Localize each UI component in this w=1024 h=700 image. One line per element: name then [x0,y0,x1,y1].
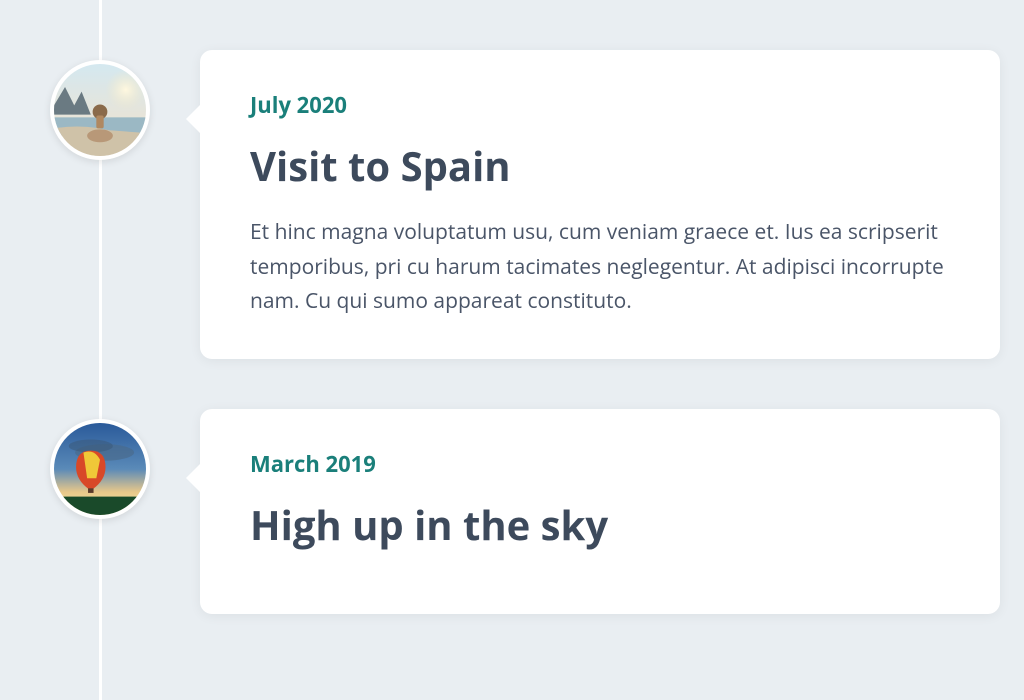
timeline-title: High up in the sky [250,497,950,552]
timeline-item: March 2019 High up in the sky [100,409,1024,614]
timeline-date: March 2019 [250,449,950,479]
timeline-date: July 2020 [250,90,950,120]
timeline-item: July 2020 Visit to Spain Et hinc magna v… [100,50,1024,359]
timeline-body: Et hinc magna voluptatum usu, cum veniam… [250,215,950,319]
timeline-title: Visit to Spain [250,138,950,193]
balloon-photo-icon [54,423,146,515]
timeline-card: July 2020 Visit to Spain Et hinc magna v… [200,50,1000,359]
beach-photo-icon [54,64,146,156]
timeline: July 2020 Visit to Spain Et hinc magna v… [0,0,1024,614]
timeline-avatar [50,60,150,160]
timeline-card: March 2019 High up in the sky [200,409,1000,614]
timeline-avatar [50,419,150,519]
